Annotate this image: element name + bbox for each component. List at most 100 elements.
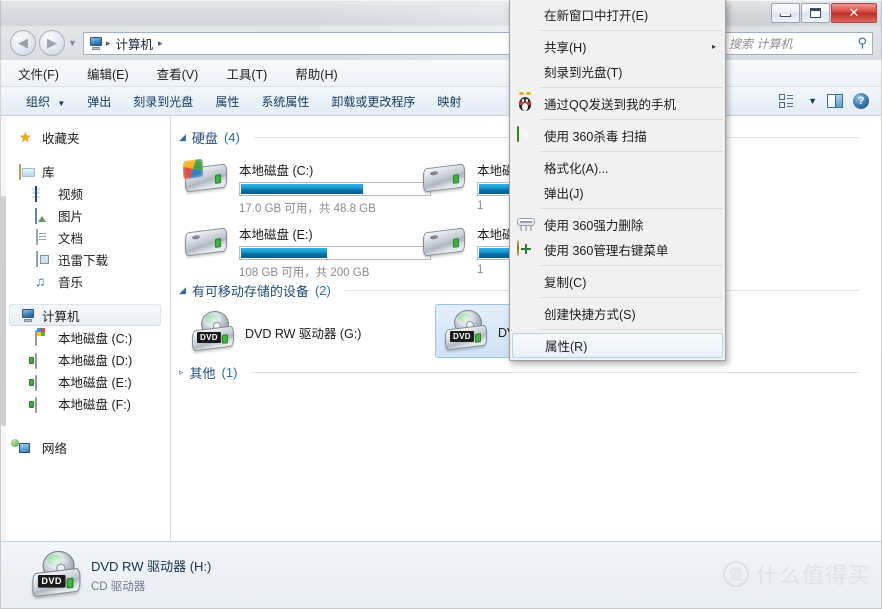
context-menu-separator	[540, 151, 723, 152]
collapse-triangle-icon[interactable]: ◢	[179, 132, 186, 143]
ctx-label: 创建快捷方式(S)	[544, 308, 636, 322]
menu-file[interactable]: 文件(F)	[15, 62, 62, 85]
hdd-icon	[35, 373, 51, 391]
sidebar-item-computer[interactable]: 计算机	[9, 304, 161, 326]
breadcrumb-separator-1: ▸	[105, 37, 111, 48]
ctx-360-force-delete[interactable]: 使用 360强力删除	[510, 212, 725, 237]
sidebar-label-thunder-download: 迅雷下载	[58, 253, 109, 268]
toolbar-burn-to-disc[interactable]: 刻录到光盘	[122, 90, 204, 113]
sidebar-item-drive-d[interactable]: 本地磁盘 (D:)	[1, 348, 170, 370]
sidebar-label-drive-f: 本地磁盘 (F:)	[58, 397, 131, 412]
ctx-properties[interactable]: 属性(R)	[512, 333, 723, 358]
toolbar-eject[interactable]: 弹出	[76, 90, 122, 113]
menu-edit[interactable]: 编辑(E)	[84, 62, 132, 85]
sidebar-label-drive-d: 本地磁盘 (D:)	[58, 353, 133, 368]
drive-capacity-e: 108 GB 可用，共 200 GB	[239, 267, 370, 279]
hdd-icon	[35, 395, 51, 413]
toolbar-system-properties[interactable]: 系统属性	[250, 90, 320, 113]
sidebar-label-libraries: 库	[42, 165, 55, 180]
sidebar-item-thunder-download[interactable]: 迅雷下载	[1, 248, 170, 270]
toolbar-map-drive[interactable]: 映射	[426, 90, 472, 113]
download-icon	[35, 251, 51, 267]
sidebar-item-documents[interactable]: 文档	[1, 226, 170, 248]
ctx-send-via-qq[interactable]: 通过QQ发送到我的手机	[510, 91, 725, 116]
qq-icon	[517, 91, 535, 113]
help-icon[interactable]: ?	[853, 93, 869, 109]
group-label-other: 其他	[189, 366, 216, 381]
maximize-button[interactable]	[801, 3, 830, 23]
document-icon	[35, 229, 51, 245]
menu-bar: 文件(F) 编辑(E) 查看(V) 工具(T) 帮助(H)	[1, 60, 881, 87]
close-button[interactable]: ✕	[831, 3, 877, 23]
picture-icon	[35, 207, 51, 224]
search-input[interactable]: 搜索 计算机 ⚲	[723, 31, 873, 55]
group-header-other[interactable]: ▹ 其他 (1)	[179, 363, 859, 382]
video-icon	[35, 185, 51, 202]
change-view-icon[interactable]	[779, 94, 794, 108]
menu-help[interactable]: 帮助(H)	[292, 62, 340, 85]
context-menu-separator	[540, 265, 723, 266]
sidebar-item-pictures[interactable]: 图片	[1, 204, 170, 226]
watermark: 值 什么值得买	[722, 558, 871, 590]
ctx-format[interactable]: 格式化(A)...	[510, 155, 725, 180]
ctx-label: 在新窗口中打开(E)	[544, 9, 649, 23]
expand-triangle-icon[interactable]: ▹	[179, 367, 184, 378]
navigation-pane: ★ 收藏夹 库 视频 图片 文档 迅雷下载 ♫ 音乐 计算机 本地磁盘 (C:)…	[1, 116, 171, 541]
watermark-text: 什么值得买	[755, 563, 871, 588]
menu-tools[interactable]: 工具(T)	[223, 62, 270, 85]
ctx-copy[interactable]: 复制(C)	[510, 269, 725, 294]
back-button[interactable]: ◀	[10, 30, 36, 56]
nav-scrollbar-thumb[interactable]	[1, 196, 6, 426]
sidebar-item-libraries[interactable]: 库	[1, 160, 170, 182]
shield-icon	[517, 125, 535, 145]
drive-usage-bar-c	[239, 182, 431, 196]
command-toolbar: 组织 ▼ 弹出 刻录到光盘 属性 系统属性 卸载或更改程序 映射 ▼ ?	[1, 87, 881, 116]
sidebar-label-drive-e: 本地磁盘 (E:)	[58, 375, 132, 390]
ctx-open-in-new-window[interactable]: 在新窗口中打开(E)	[510, 2, 725, 27]
sidebar-item-network[interactable]: 网络	[1, 436, 170, 458]
ctx-burn-to-disc[interactable]: 刻录到光盘(T)	[510, 59, 725, 84]
removable-item-g[interactable]: DVD DVD RW 驱动器 (G:)	[183, 306, 369, 358]
details-pane: DVD DVD RW 驱动器 (H:) CD 驱动器 值 什么值得买	[1, 541, 881, 608]
sidebar-item-music[interactable]: ♫ 音乐	[1, 270, 170, 292]
submenu-arrow-icon: ▸	[711, 42, 716, 51]
preview-pane-icon[interactable]	[827, 94, 843, 108]
sidebar-item-favorites[interactable]: ★ 收藏夹	[1, 126, 170, 148]
ctx-label: 属性(R)	[545, 340, 588, 354]
sidebar-label-documents: 文档	[58, 231, 84, 246]
drive-item-c[interactable]: 本地磁盘 (C:) 17.0 GB 可用，共 48.8 GB	[182, 158, 431, 216]
recent-locations-icon[interactable]: ▼	[68, 38, 77, 48]
breadcrumb-separator-2[interactable]: ▸	[158, 38, 163, 49]
forward-button[interactable]: ▶	[39, 30, 65, 56]
collapse-triangle-icon[interactable]: ◢	[179, 285, 186, 296]
toolbar-right-group: ▼ ?	[779, 93, 881, 109]
dvd-drive-icon: DVD	[444, 310, 490, 352]
ctx-360-scan[interactable]: 使用 360杀毒 扫描	[510, 123, 725, 148]
group-label-removable: 有可移动存储的设备	[191, 284, 309, 299]
toolbar-uninstall-programs[interactable]: 卸载或更改程序	[320, 90, 426, 113]
ctx-label: 使用 360管理右键菜单	[544, 244, 669, 258]
menu-view[interactable]: 查看(V)	[154, 62, 202, 85]
ctx-label: 通过QQ发送到我的手机	[544, 98, 676, 112]
sidebar-item-drive-f[interactable]: 本地磁盘 (F:)	[1, 392, 170, 414]
sidebar-item-drive-c[interactable]: 本地磁盘 (C:)	[1, 326, 170, 348]
ctx-360-manage-context-menu[interactable]: 使用 360管理右键菜单	[510, 237, 725, 262]
details-title: DVD RW 驱动器 (H:)	[91, 559, 212, 574]
nav-scrollbar[interactable]	[1, 116, 6, 541]
toolbar-properties[interactable]: 属性	[204, 90, 250, 113]
toolbar-organize[interactable]: 组织 ▼	[15, 90, 76, 113]
breadcrumb-computer[interactable]: 计算机	[113, 34, 155, 53]
drive-item-e[interactable]: 本地磁盘 (E:) 108 GB 可用，共 200 GB	[183, 222, 431, 280]
ctx-eject[interactable]: 弹出(J)	[510, 180, 725, 205]
view-chevron-down-icon[interactable]: ▼	[808, 96, 817, 106]
sidebar-item-drive-e[interactable]: 本地磁盘 (E:)	[1, 370, 170, 392]
minimize-button[interactable]	[771, 3, 800, 23]
drive-capacity-c: 17.0 GB 可用，共 48.8 GB	[239, 203, 376, 215]
group-count-other: (1)	[221, 365, 238, 380]
network-icon	[19, 439, 35, 455]
ctx-share[interactable]: 共享(H) ▸	[510, 34, 725, 59]
context-menu: 在新窗口中打开(E) 共享(H) ▸ 刻录到光盘(T) 通过QQ发送到我的手机 …	[509, 0, 726, 361]
sidebar-item-videos[interactable]: 视频	[1, 182, 170, 204]
ctx-create-shortcut[interactable]: 创建快捷方式(S)	[510, 301, 725, 326]
